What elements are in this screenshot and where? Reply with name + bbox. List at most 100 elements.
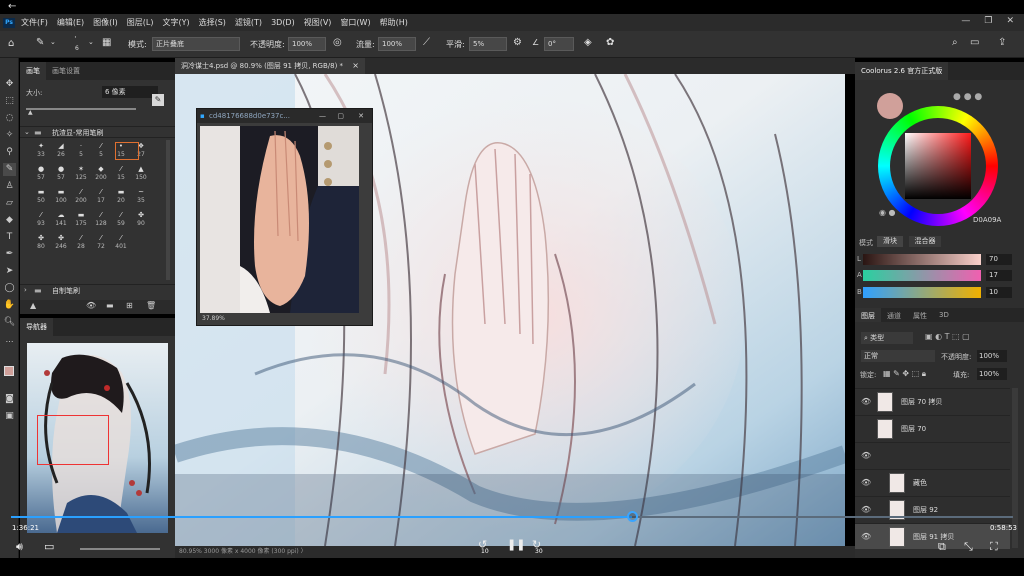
- quick-mask-icon[interactable]: ◙: [3, 393, 16, 406]
- brush-preset[interactable]: ⁄ 128: [92, 211, 110, 228]
- blend-mode-select[interactable]: 正常: [861, 350, 935, 362]
- brush-preset[interactable]: ⁄ 15: [112, 165, 130, 182]
- brush-preset[interactable]: ✦ 33: [32, 142, 50, 159]
- eyedropper-icon[interactable]: ⚲: [3, 146, 16, 159]
- menu-file[interactable]: 文件(F): [21, 17, 48, 28]
- eye-icon[interactable]: 👁︎: [861, 451, 871, 460]
- gear-icon[interactable]: ⚙: [513, 37, 522, 48]
- layer-row[interactable]: 👁︎ 藏色: [855, 469, 1010, 495]
- brush-preset[interactable]: ✤ 80: [32, 234, 50, 251]
- menu-help[interactable]: 帮助(H): [380, 17, 408, 28]
- menu-window[interactable]: 窗口(W): [340, 17, 370, 28]
- close-tab-icon[interactable]: ×: [352, 58, 359, 74]
- type-tool-icon[interactable]: T: [3, 231, 16, 244]
- layer-row[interactable]: 👁︎ 图层 91 拷贝: [855, 523, 1010, 549]
- hand-tool-icon[interactable]: ✋: [3, 299, 16, 312]
- b-value[interactable]: 10: [986, 287, 1012, 298]
- reference-window-titlebar[interactable]: ▪ cd48176688d0e737c... — ▢ ✕: [197, 109, 372, 123]
- trash-icon[interactable]: 🗑︎: [146, 301, 156, 310]
- layer-filter-select[interactable]: ⌕ 类型: [861, 332, 913, 344]
- pip-icon[interactable]: ⧉: [938, 540, 946, 554]
- brush-preset[interactable]: ● 57: [32, 165, 50, 182]
- brush-tool-icon[interactable]: ✎: [3, 163, 16, 176]
- minimize-icon[interactable]: —: [961, 16, 970, 26]
- menu-3d[interactable]: 3D(D): [271, 18, 295, 27]
- slider-mode-button[interactable]: 滑块: [877, 236, 903, 247]
- tab-channels[interactable]: 通道: [881, 308, 907, 322]
- tab-brushes[interactable]: 画笔: [20, 62, 46, 80]
- layer-row[interactable]: 图层 70: [855, 415, 1010, 441]
- restore-icon[interactable]: ❐: [984, 16, 992, 26]
- layer-row[interactable]: 👁︎ 图层 70 拷贝: [855, 388, 1010, 414]
- menu-layer[interactable]: 图层(L): [127, 17, 154, 28]
- fullscreen-icon[interactable]: ⛶: [990, 540, 998, 554]
- tab-layers[interactable]: 图层: [855, 308, 881, 322]
- foreground-color-swatch[interactable]: [4, 366, 14, 376]
- a-slider[interactable]: [863, 270, 981, 281]
- home-icon[interactable]: ⌂: [8, 38, 14, 49]
- navigator-zoom-slider[interactable]: [80, 548, 160, 550]
- hex-value[interactable]: D0A09A: [973, 216, 1001, 224]
- folder-icon[interactable]: ▬: [106, 301, 114, 310]
- navigator-view-box[interactable]: [37, 415, 109, 465]
- tab-properties[interactable]: 属性: [907, 308, 933, 322]
- size-slider[interactable]: [26, 108, 136, 110]
- layer-row[interactable]: 👁︎ 图层 92: [855, 496, 1010, 522]
- close-icon[interactable]: ✕: [358, 109, 364, 123]
- brush-tool-icon[interactable]: ✎: [36, 37, 44, 48]
- symmetry-icon[interactable]: ✿: [606, 37, 614, 48]
- brush-preset[interactable]: ✶ 125: [72, 165, 90, 182]
- current-color-swatch[interactable]: [877, 93, 903, 119]
- tab-brush-settings[interactable]: 画笔设置: [46, 62, 86, 80]
- menu-edit[interactable]: 编辑(E): [57, 17, 84, 28]
- brush-preset[interactable]: ▬ 20: [112, 188, 130, 205]
- brush-preset[interactable]: ⁄ 17: [92, 188, 110, 205]
- b-slider[interactable]: [863, 287, 981, 298]
- palette-icons[interactable]: ● ● ●: [953, 92, 982, 102]
- mode-select[interactable]: 正片叠底: [152, 37, 240, 51]
- eye-icon[interactable]: 👁︎: [86, 301, 96, 310]
- marquee-tool-icon[interactable]: ⬚: [3, 95, 16, 108]
- flow-input[interactable]: 100%: [378, 37, 416, 51]
- shape-tool-icon[interactable]: ◯: [3, 282, 16, 295]
- a-value[interactable]: 17: [986, 270, 1012, 281]
- new-icon[interactable]: ⊞: [126, 301, 133, 310]
- brush-preset[interactable]: ⁄ 93: [32, 211, 50, 228]
- brush-group-header[interactable]: ⌄ ▬ 抗渣显-常用笔刷: [20, 126, 175, 138]
- brush-preset[interactable]: ☁ 141: [52, 211, 70, 228]
- layer-group-row[interactable]: 👁︎: [855, 442, 1010, 468]
- slider-handle-icon[interactable]: ▲: [30, 301, 36, 310]
- pressure-size-icon[interactable]: ◈: [584, 37, 592, 48]
- brush-settings-icon[interactable]: ▦: [102, 37, 111, 48]
- stamp-tool-icon[interactable]: ♙: [3, 180, 16, 193]
- maximize-icon[interactable]: ▢: [337, 109, 344, 123]
- lightness-slider[interactable]: [863, 254, 981, 265]
- airbrush-icon[interactable]: ⟋: [423, 37, 430, 48]
- eye-icon[interactable]: 👁︎: [861, 397, 871, 406]
- opacity-input[interactable]: 100%: [288, 37, 326, 51]
- document-tab[interactable]: 洞冷谋士4.psd @ 80.9% (图层 91 拷贝, RGB/8) * ×: [175, 58, 365, 74]
- lightness-value[interactable]: 70: [986, 254, 1012, 265]
- brush-preset[interactable]: ▬ 175: [72, 211, 90, 228]
- brush-preset[interactable]: ⁄ 59: [112, 211, 130, 228]
- saturation-value-square[interactable]: [905, 133, 971, 199]
- menu-image[interactable]: 图像(I): [93, 17, 118, 28]
- brush-preset[interactable]: ▲ 150: [132, 165, 150, 182]
- eye-icon[interactable]: 👁︎: [861, 478, 871, 487]
- share-icon[interactable]: ⇪: [998, 37, 1006, 48]
- volume-icon[interactable]: 🔊︎: [16, 540, 23, 554]
- back-arrow-icon[interactable]: ←: [8, 1, 16, 12]
- brush-preset[interactable]: ▬ 100: [52, 188, 70, 205]
- minimize-player-icon[interactable]: ⤡: [964, 540, 973, 554]
- move-tool-icon[interactable]: ✥: [3, 78, 16, 91]
- eraser-tool-icon[interactable]: ▱: [3, 197, 16, 210]
- fill-input[interactable]: 100%: [977, 368, 1007, 380]
- minimize-icon[interactable]: —: [319, 109, 326, 123]
- brush-group-header-2[interactable]: › ▬ 自制笔刷: [20, 284, 175, 296]
- reference-image-window[interactable]: ▪ cd48176688d0e737c... — ▢ ✕ 37.89%: [196, 108, 373, 326]
- color-option-icons[interactable]: ◉ ●: [879, 208, 896, 217]
- angle-input[interactable]: 0°: [544, 37, 574, 51]
- brush-preset[interactable]: ◢ 26: [52, 142, 70, 159]
- tab-3d[interactable]: 3D: [933, 308, 955, 322]
- brush-picker-chevron-icon[interactable]: ⌄: [88, 38, 94, 46]
